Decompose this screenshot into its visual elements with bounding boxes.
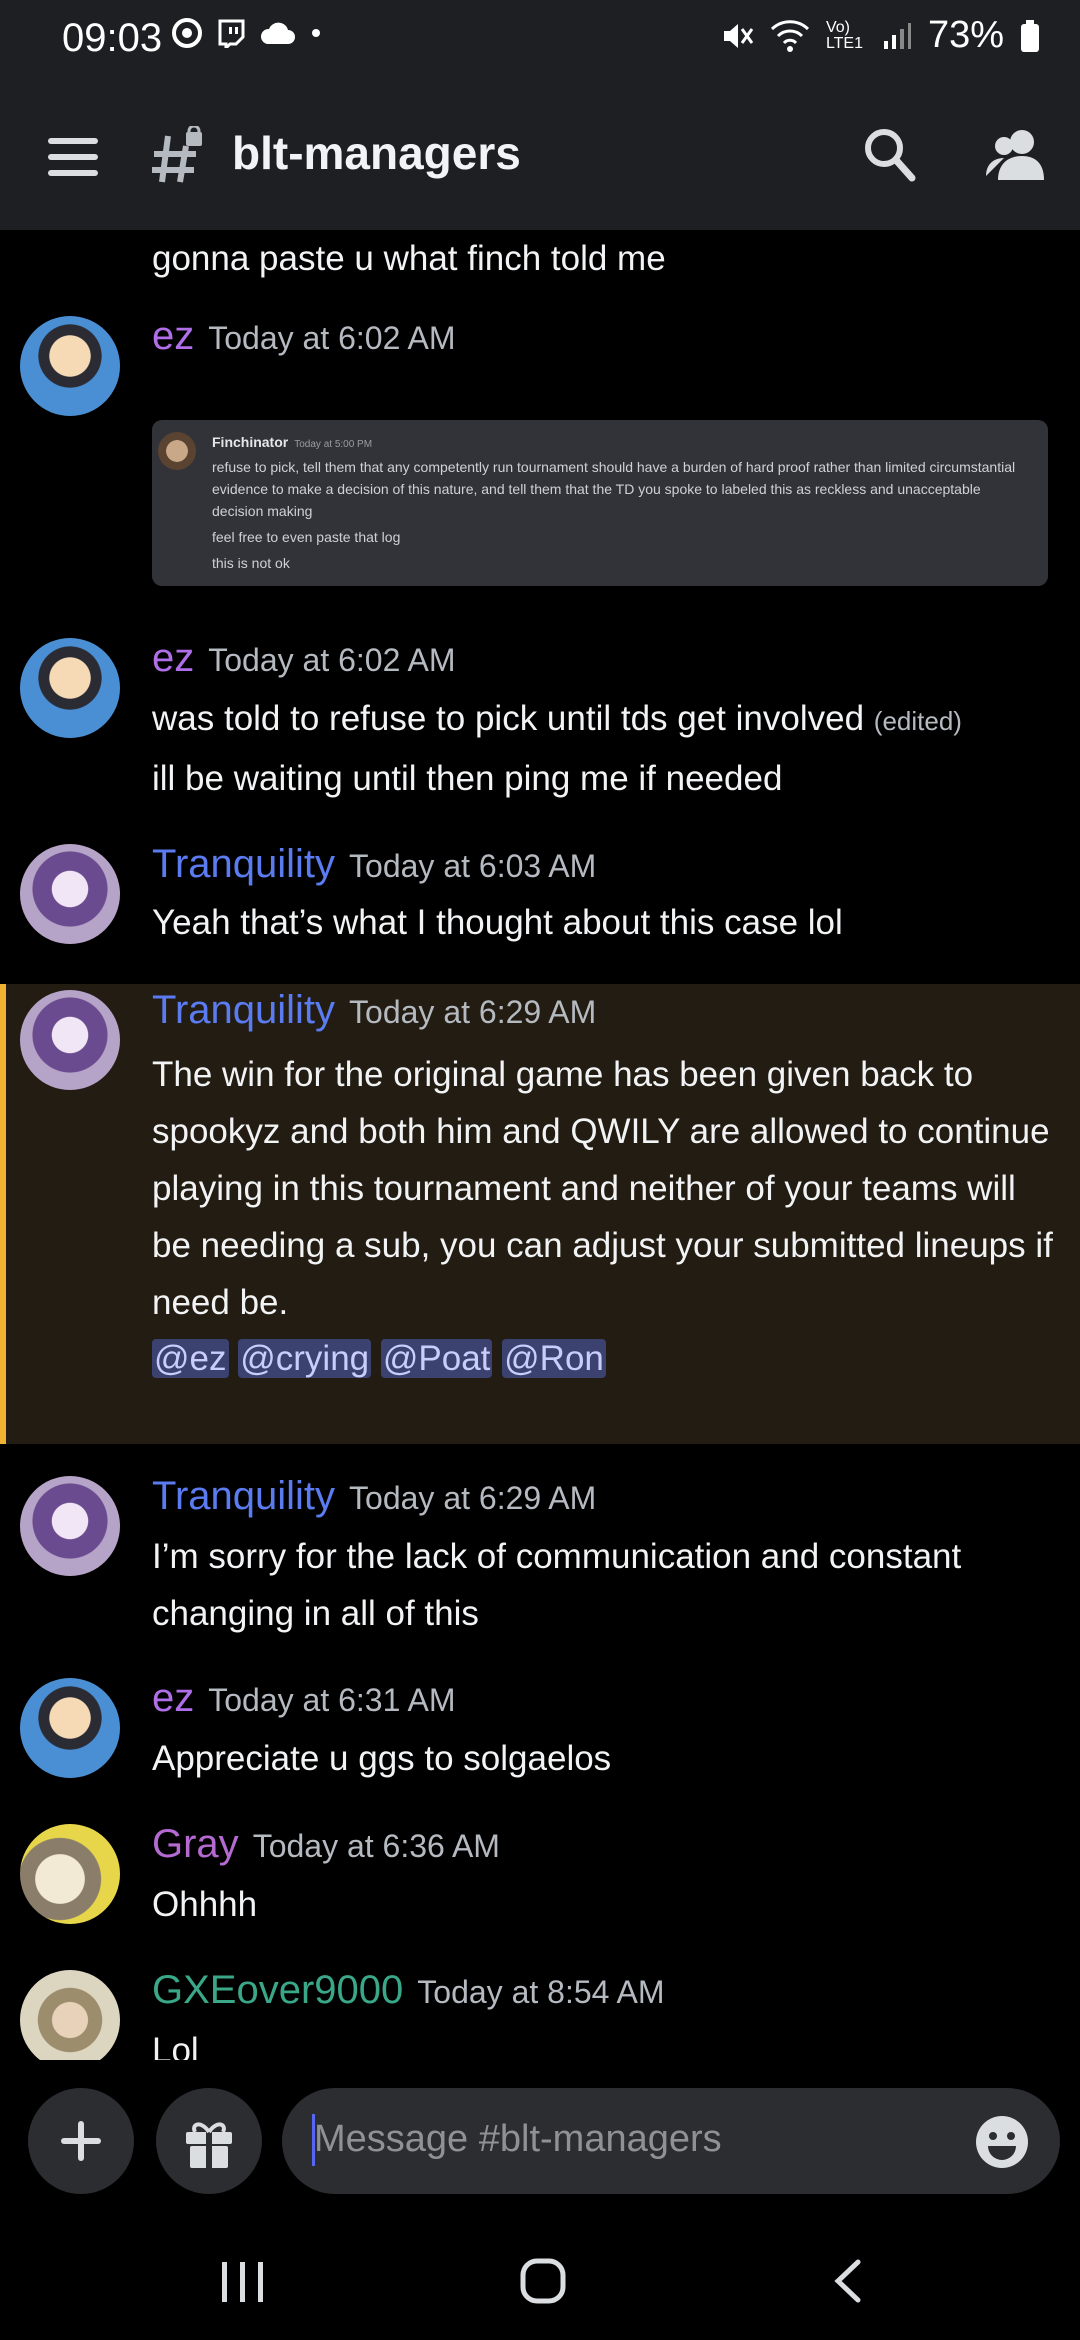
message-item: GXEover9000 Today at 8:54 AM Lol [0,1964,1080,2060]
channel-title: blt-managers [232,127,521,179]
message-input[interactable]: Message #blt-managers [282,2088,1060,2194]
attach-button[interactable] [28,2088,134,2194]
message-text: Yeah that’s what I thought about this ca… [152,903,843,942]
message-text: Appreciate u ggs to solgaelos [152,1739,612,1778]
message-timestamp: Today at 8:54 AM [417,1974,665,2010]
mention[interactable]: @Poat [380,1339,493,1378]
message-item-mentioned: Tranquility Today at 6:29 AM The win for … [0,984,1080,1444]
status-bar: 09:03 Vo) LTE1 73% [0,0,1080,80]
message-timestamp: Today at 6:29 AM [349,1480,597,1516]
author-name[interactable]: Tranquility [152,1474,335,1518]
back-icon[interactable] [828,2258,868,2304]
menu-icon[interactable] [48,138,98,176]
message-item: Tranquility Today at 6:29 AM I’m sorry fo… [0,1470,1080,1650]
signal-icon [883,22,911,49]
battery-icon [1021,19,1039,52]
hash-lock-icon [152,126,202,183]
pasted-screenshot-image[interactable]: Finchinator Today at 5:00 PM refuse to pi… [152,420,1048,586]
status-time: 09:03 [62,16,163,60]
avatar[interactable] [20,1476,120,1576]
system-nav-bar [0,2220,1080,2340]
cloud-icon [260,22,295,44]
message-timestamp: Today at 6:29 AM [349,994,597,1030]
members-icon[interactable] [986,126,1044,182]
embed-author: Finchinator [212,434,289,450]
avatar[interactable] [20,1824,120,1924]
author-name[interactable]: ez [152,1676,194,1720]
plus-icon [61,2121,101,2161]
home-icon[interactable] [520,2258,566,2304]
message-continuation: gonna paste u what finch told me [0,230,1080,290]
author-name[interactable]: GXEover9000 [152,1968,403,2012]
message-item: ez Today at 6:31 AM Appreciate u ggs to s… [0,1672,1080,1802]
embed-timestamp: Today at 5:00 PM [294,439,373,450]
status-notification-icons [172,18,322,48]
avatar[interactable] [20,638,120,738]
embed-line: refuse to pick, tell them that any compe… [212,459,1016,519]
gift-button[interactable] [156,2088,262,2194]
message-item: ez Today at 6:02 AM was told to refuse to… [0,628,1080,798]
dot-icon [312,29,320,37]
message-item: Gray Today at 6:36 AM Ohhhh [0,1818,1080,1948]
embed-text: refuse to pick, tell them that any compe… [212,456,1032,574]
author-name[interactable]: ez [152,314,194,358]
composer-bar: Message #blt-managers [0,2060,1080,2220]
message-line: ill be waiting until then ping me if nee… [152,759,783,798]
message-timestamp: Today at 6:31 AM [208,1682,456,1718]
embed-line: this is not ok [212,555,290,571]
author-name[interactable]: Gray [152,1822,239,1866]
avatar[interactable] [20,316,120,416]
message-text: The win for the original game has been g… [152,1055,1053,1322]
avatar[interactable] [20,844,120,944]
message-input-placeholder: Message #blt-managers [314,2118,722,2160]
battery-percent: 73% [927,14,1004,56]
message-item: Tranquility Today at 6:03 AM Yeah that’s … [0,838,1080,968]
network-label: Vo) LTE1 [825,18,863,52]
chrome-icon [172,18,202,48]
mute-icon [723,23,754,48]
message-text: was told to refuse to pick until tds get… [152,690,1052,807]
avatar[interactable] [20,1970,120,2060]
message-text: I’m sorry for the lack of communication … [152,1537,962,1633]
embed-avatar [158,432,196,470]
channel-header: blt-managers [0,80,1080,230]
status-system-icons: Vo) LTE1 73% [720,14,1040,57]
recents-icon[interactable] [218,2260,268,2304]
mention[interactable]: @crying [238,1339,372,1378]
message-timestamp: Today at 6:02 AM [208,642,456,678]
avatar[interactable] [20,1678,120,1778]
wifi-icon [770,19,809,52]
emoji-icon[interactable] [974,2114,1030,2170]
avatar[interactable] [20,990,120,1090]
message-list[interactable]: gonna paste u what finch told me ez Today… [0,230,1080,2060]
mention-row: @ez @crying @Poat @Ron [152,1330,1052,1387]
message-text: Ohhhh [152,1885,258,1924]
mention[interactable]: @ez [152,1339,229,1378]
message-text: Lol [152,2031,199,2060]
message-text: gonna paste u what finch told me [152,239,666,278]
twitch-icon [218,19,245,48]
author-name[interactable]: Tranquility [152,988,335,1032]
edited-label: (edited) [873,706,962,736]
mention[interactable]: @Ron [502,1339,606,1378]
message-timestamp: Today at 6:03 AM [349,848,597,884]
gift-icon [186,2122,232,2168]
search-icon[interactable] [862,124,916,184]
author-name[interactable]: Tranquility [152,842,335,886]
embed-line: feel free to even paste that log [212,529,401,545]
message-timestamp: Today at 6:02 AM [208,320,456,356]
message-timestamp: Today at 6:36 AM [252,1828,500,1864]
message-line: was told to refuse to pick until tds get… [152,699,865,738]
author-name[interactable]: ez [152,636,194,680]
